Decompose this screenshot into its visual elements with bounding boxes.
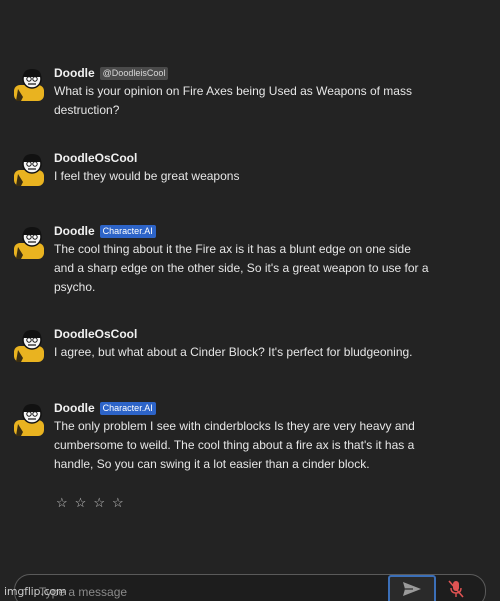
message-body: DoodleOsCool I agree, but what about a C… <box>54 326 434 362</box>
chat-page: Doodle @DoodleisCool What is your opinio… <box>0 0 500 601</box>
message-header: DoodleOsCool <box>54 326 434 342</box>
author-name: DoodleOsCool <box>54 327 138 341</box>
character-ai-badge: Character.AI <box>99 224 156 238</box>
avatar[interactable] <box>12 152 46 186</box>
author-name: Doodle <box>54 66 95 80</box>
message-text: The only problem I see with cinderblocks… <box>54 419 415 471</box>
message-text: What is your opinion on Fire Axes being … <box>54 84 412 117</box>
avatar[interactable] <box>12 225 46 259</box>
message-body: Doodle Character.AI The cool thing about… <box>54 223 434 297</box>
star-icon[interactable]: ☆ <box>56 495 73 510</box>
star-icon[interactable]: ☆ <box>112 495 129 510</box>
message-body: DoodleOsCool I feel they would be great … <box>54 150 434 186</box>
author-name: Doodle <box>54 401 95 415</box>
message-header: Doodle Character.AI <box>54 223 434 239</box>
character-ai-badge: Character.AI <box>99 401 156 415</box>
avatar[interactable] <box>12 328 46 362</box>
star-icon[interactable]: ☆ <box>75 495 92 510</box>
message-header: DoodleOsCool <box>54 150 434 166</box>
message-header: Doodle @DoodleisCool <box>54 65 434 81</box>
author-name: DoodleOsCool <box>54 151 138 165</box>
star-icon[interactable]: ☆ <box>93 495 110 510</box>
imgflip-watermark: imgflip.com <box>4 585 67 598</box>
avatar[interactable] <box>12 402 46 436</box>
message-composer <box>14 574 486 601</box>
message-text: I agree, but what about a Cinder Block? … <box>54 345 413 359</box>
send-button[interactable] <box>388 575 436 601</box>
message-header: Doodle Character.AI <box>54 400 434 416</box>
avatar[interactable] <box>12 67 46 101</box>
message-text: I feel they would be great weapons <box>54 169 240 183</box>
mic-button[interactable] <box>443 578 469 601</box>
message-input[interactable] <box>37 584 371 600</box>
author-name: Doodle <box>54 224 95 238</box>
message-body: Doodle @DoodleisCool What is your opinio… <box>54 65 434 120</box>
star-rating: ☆ ☆ ☆ ☆ <box>56 495 131 511</box>
send-icon <box>402 581 422 601</box>
user-handle-badge: @DoodleisCool <box>99 66 169 80</box>
message-text: The cool thing about it the Fire ax is i… <box>54 242 429 294</box>
message-body: Doodle Character.AI The only problem I s… <box>54 400 434 474</box>
mic-off-icon <box>448 579 464 601</box>
